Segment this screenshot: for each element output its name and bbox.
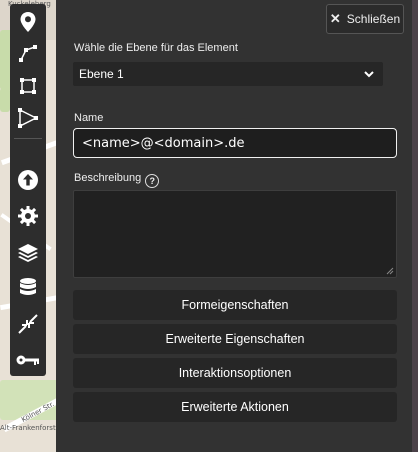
interaction-options-button[interactable]: Interaktionsoptionen (73, 358, 397, 388)
collapse-tool[interactable] (10, 308, 46, 340)
layers-icon (18, 244, 38, 262)
close-icon: ✕ (329, 11, 341, 26)
gear-icon (18, 206, 38, 226)
resize-handle-icon[interactable] (386, 267, 394, 275)
toolbar-divider (14, 138, 42, 139)
key-icon (16, 355, 39, 365)
close-button-label: Schließen (346, 12, 401, 26)
element-properties-panel: ✕ Schließen Wähle die Ebene für das Elem… (56, 0, 412, 452)
description-field[interactable] (73, 190, 397, 278)
advanced-properties-button[interactable]: Erweiterte Eigenschaften (73, 324, 397, 354)
route-tool[interactable] (10, 102, 46, 134)
upload-tool[interactable] (10, 164, 46, 196)
key-tool[interactable] (10, 344, 46, 376)
edge-strip (412, 0, 418, 452)
settings-tool[interactable] (10, 200, 46, 232)
map-park (0, 88, 10, 112)
polygon-icon (20, 78, 36, 94)
upload-icon (18, 170, 38, 190)
polyline-tool[interactable] (10, 38, 46, 70)
marker-icon (20, 12, 36, 32)
database-tool[interactable] (10, 272, 46, 304)
close-button[interactable]: ✕ Schließen (326, 4, 404, 34)
shape-properties-button[interactable]: Formeigenschaften (73, 290, 397, 320)
drawing-toolbar (10, 4, 46, 376)
advanced-actions-button[interactable]: Erweiterte Aktionen (73, 392, 397, 422)
description-label: Beschreibung (74, 172, 142, 184)
chevron-down-icon (364, 71, 374, 78)
name-field-value: <name>@<domain>.de (82, 135, 245, 151)
database-icon (20, 278, 36, 295)
help-icon[interactable]: ? (145, 174, 160, 188)
layer-select-label: Wähle die Ebene für das Element (74, 42, 238, 54)
name-label: Name (74, 112, 104, 124)
layer-select-value: Ebene 1 (79, 67, 124, 81)
layer-select[interactable]: Ebene 1 (73, 62, 383, 86)
polyline-icon (19, 45, 37, 62)
polygon-tool[interactable] (10, 70, 46, 102)
collapse-icon (18, 314, 38, 334)
marker-tool[interactable] (10, 6, 46, 38)
layers-tool[interactable] (10, 236, 46, 268)
description-label-row: Beschreibung? (74, 172, 160, 188)
name-field[interactable]: <name>@<domain>.de (73, 128, 397, 158)
route-icon (18, 108, 38, 128)
map-label: Alt-Frankenforst (0, 424, 56, 432)
